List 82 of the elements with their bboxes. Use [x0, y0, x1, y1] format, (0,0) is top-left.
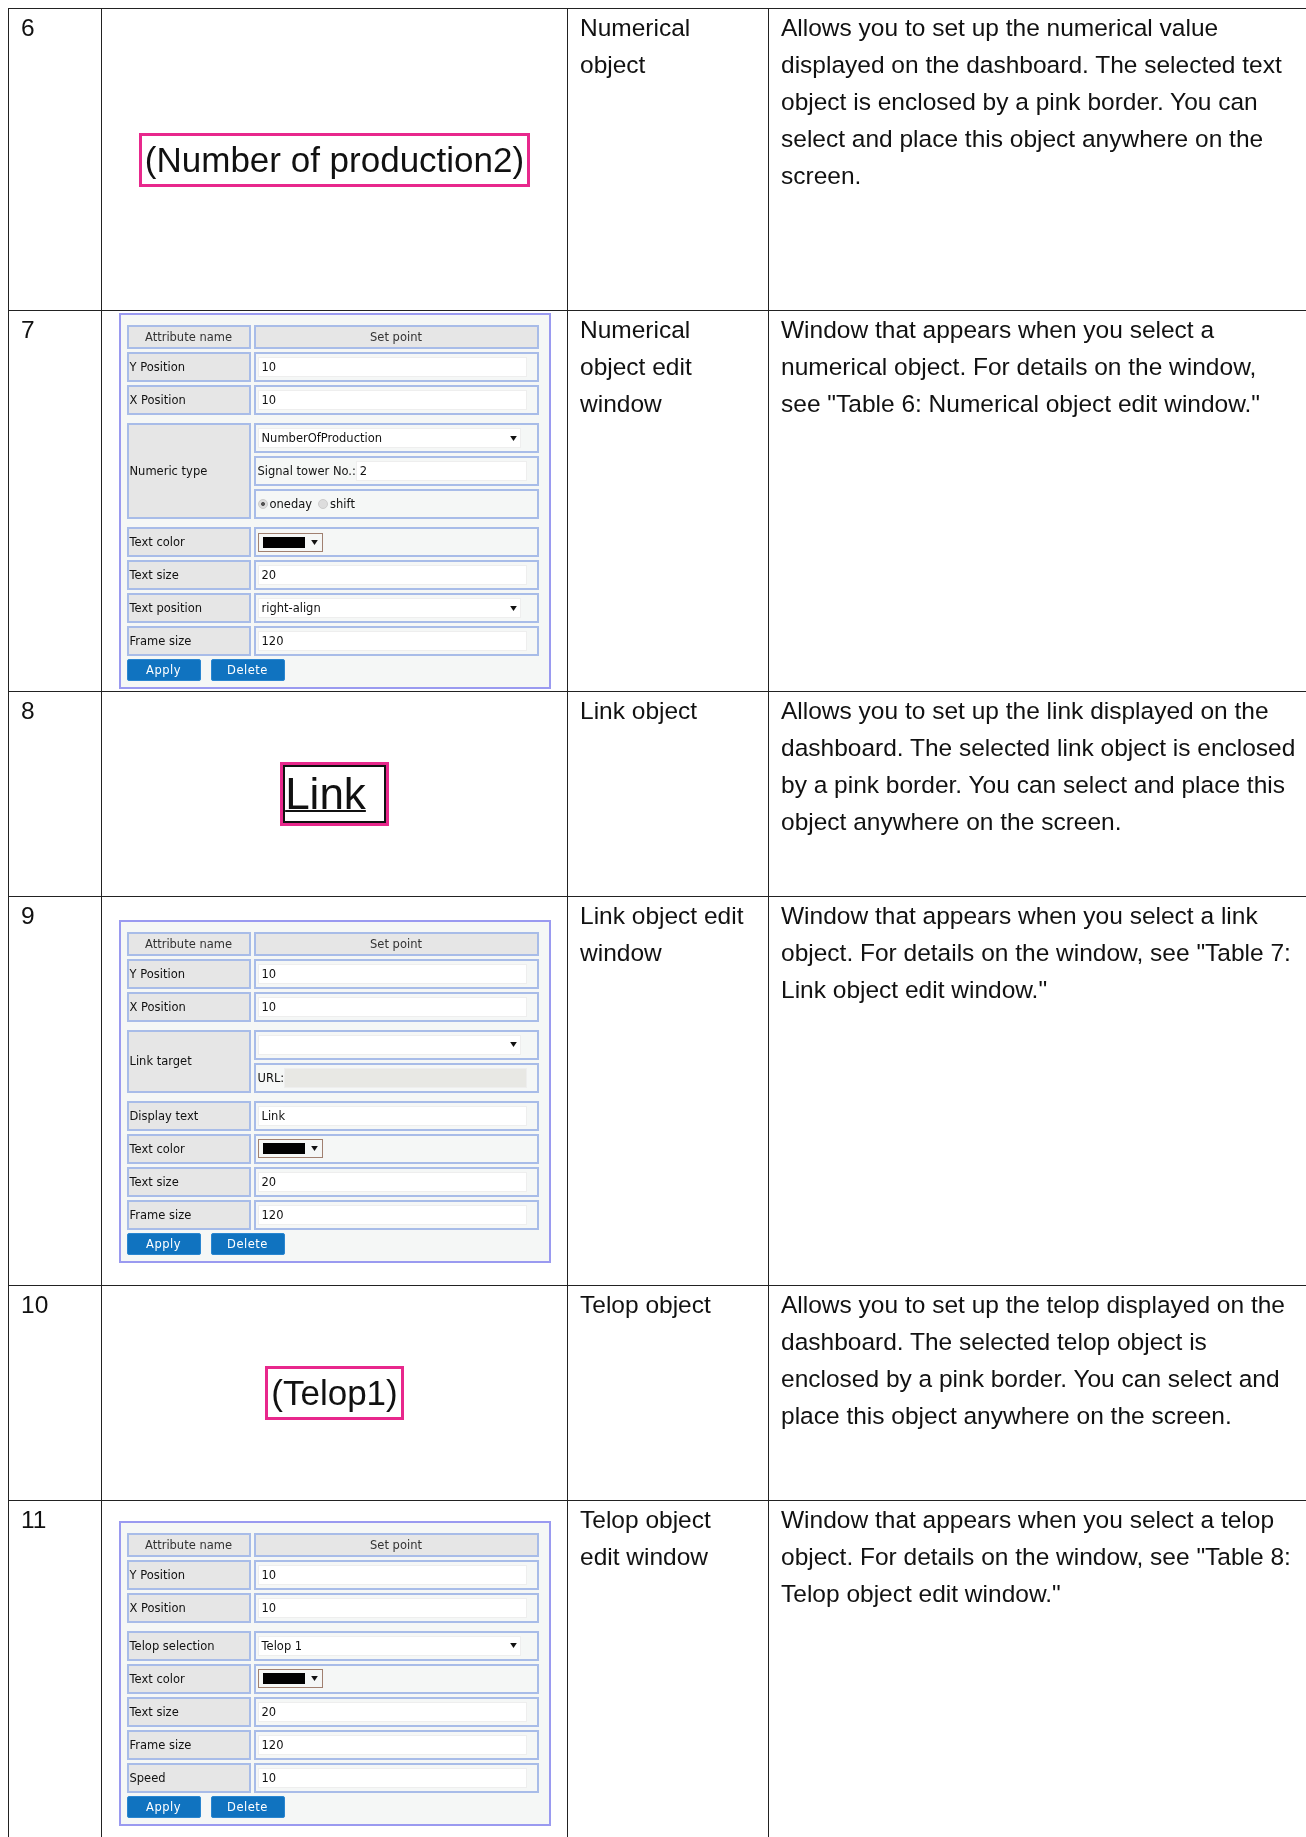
- color-picker[interactable]: [257, 532, 323, 552]
- window-button[interactable]: Apply: [126, 1232, 201, 1255]
- input-field[interactable]: 2: [355, 461, 527, 481]
- object-name: Telop object: [567, 1285, 769, 1501]
- input-field[interactable]: 20: [257, 1171, 527, 1192]
- field-label: URL:: [257, 1070, 285, 1085]
- attribute-label: Text color: [126, 527, 251, 557]
- input-field[interactable]: 20: [257, 1701, 527, 1722]
- attribute-label: Speed: [126, 1762, 251, 1793]
- attribute-label: Frame size: [126, 626, 251, 656]
- caret-icon: [310, 539, 318, 545]
- attribute-label: Text color: [126, 1663, 251, 1694]
- column-header: Attribute name: [126, 325, 251, 349]
- attribute-label: X Position: [126, 385, 251, 415]
- color-picker[interactable]: [257, 1669, 323, 1688]
- input-field[interactable]: 120: [257, 631, 527, 651]
- framed-object-preview: (Number of production2): [138, 132, 531, 187]
- input-field[interactable]: 10: [257, 357, 527, 377]
- window-button[interactable]: Apply: [126, 1795, 201, 1818]
- object-name: Numerical object edit window: [567, 310, 769, 692]
- input-field[interactable]: 10: [257, 390, 527, 410]
- caret-icon: [509, 1643, 517, 1648]
- input-field[interactable]: 20: [257, 565, 527, 585]
- attribute-label: Y Position: [126, 1559, 251, 1590]
- framed-object-preview: (Telop1): [265, 1366, 404, 1420]
- attribute-label: Text position: [126, 593, 251, 623]
- attribute-label: Telop selection: [126, 1630, 251, 1661]
- radio-option[interactable]: shift: [318, 497, 355, 511]
- link-object-preview: Link: [280, 762, 389, 826]
- dropdown[interactable]: Telop 1: [257, 1635, 521, 1656]
- column-header: Set point: [253, 931, 539, 956]
- dropdown[interactable]: right-align: [257, 598, 521, 618]
- object-name: Link object edit window: [567, 896, 769, 1286]
- dropdown[interactable]: NumberOfProduction: [257, 428, 521, 448]
- field-label: Signal tower No.:: [257, 464, 356, 478]
- caret-icon: [509, 1042, 517, 1047]
- column-header: Attribute name: [126, 1532, 251, 1557]
- object-name: Link object: [567, 691, 769, 897]
- attribute-label: Text size: [126, 1696, 251, 1727]
- input-field[interactable]: 10: [257, 963, 527, 984]
- window-button[interactable]: Delete: [210, 659, 285, 681]
- row-number: 11: [8, 1500, 102, 1837]
- input-field[interactable]: 10: [257, 1767, 527, 1788]
- column-header: Set point: [253, 325, 539, 349]
- caret-icon: [509, 605, 517, 611]
- row-number: 10: [8, 1285, 102, 1501]
- color-picker[interactable]: [257, 1139, 323, 1158]
- object-description: Allows you to set up the numerical value displayed on the dashboard. The selected text object is enclosed by a pink border. You can select and place this object anywhere on the screen.: [768, 8, 1306, 311]
- row-number: 6: [8, 8, 102, 311]
- input-field[interactable]: 10: [257, 996, 527, 1017]
- radio-icon[interactable]: [257, 499, 268, 509]
- attribute-label: Display text: [126, 1100, 251, 1131]
- column-header: Set point: [253, 1532, 539, 1557]
- window-button[interactable]: Apply: [126, 659, 201, 681]
- window-button[interactable]: Delete: [210, 1232, 285, 1255]
- attribute-label: Text size: [126, 1166, 251, 1197]
- attribute-label: Text color: [126, 1133, 251, 1164]
- row-number: 7: [8, 310, 102, 692]
- row-number: 8: [8, 691, 102, 897]
- caret-icon: [509, 435, 517, 441]
- input-field[interactable]: 120: [257, 1734, 527, 1755]
- attribute-label: X Position: [126, 991, 251, 1022]
- attribute-label: Frame size: [126, 1729, 251, 1760]
- object-name: Numerical object: [567, 8, 769, 311]
- attribute-label: Y Position: [126, 352, 251, 382]
- input-field[interactable]: 120: [257, 1204, 527, 1225]
- caret-icon: [310, 1146, 318, 1151]
- input-field[interactable]: 10: [257, 1564, 527, 1585]
- radio-option[interactable]: oneday: [257, 497, 313, 511]
- attribute-label: Y Position: [126, 958, 251, 989]
- row-number: 9: [8, 896, 102, 1286]
- attribute-label: Link target: [126, 1029, 251, 1093]
- attribute-label: Frame size: [126, 1199, 251, 1230]
- input-field[interactable]: 10: [257, 1597, 527, 1618]
- attribute-label: Text size: [126, 560, 251, 590]
- input-field[interactable]: Link: [257, 1105, 527, 1126]
- window-button[interactable]: Delete: [210, 1795, 285, 1818]
- radio-icon[interactable]: [318, 499, 329, 509]
- attribute-label: X Position: [126, 1592, 251, 1623]
- caret-icon: [310, 1676, 318, 1681]
- attribute-label: Numeric type: [126, 423, 251, 519]
- column-header: Attribute name: [126, 931, 251, 956]
